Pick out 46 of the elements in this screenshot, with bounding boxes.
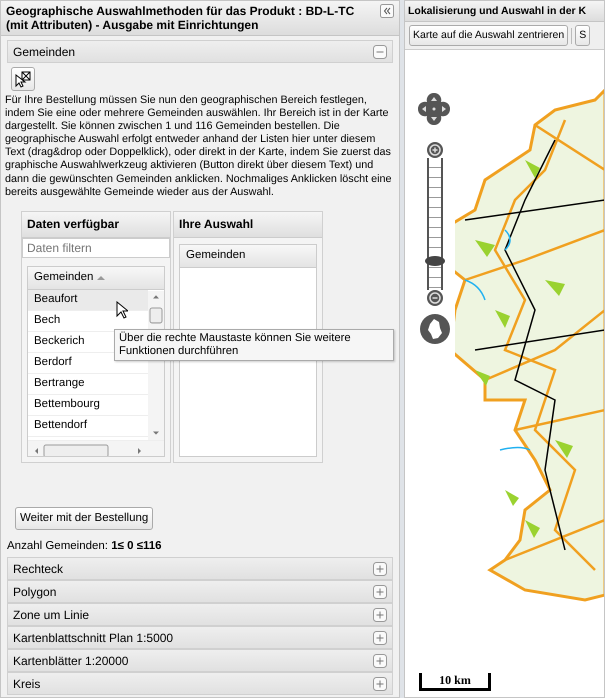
country-overview-icon[interactable]	[420, 314, 450, 344]
section-title: Kartenblattschnitt Plan 1:5000	[13, 630, 174, 646]
expand-icon[interactable]	[373, 630, 387, 644]
section-header[interactable]: Kartenblattschnitt Plan 1:5000	[7, 626, 393, 649]
section-header[interactable]: Kreis	[7, 672, 393, 695]
scale-bar: 10 km	[419, 673, 491, 691]
column-header[interactable]: Gemeinden	[180, 244, 316, 268]
pan-control-icon[interactable]	[417, 92, 451, 126]
section-title: Zone um Linie	[13, 606, 90, 624]
list-row[interactable]: Beaufort	[28, 290, 148, 311]
continue-button[interactable]: Weiter mit der Bestellung	[15, 506, 154, 530]
filter-field[interactable]: Daten filtern	[22, 238, 170, 258]
section-title: Rechteck	[13, 560, 64, 578]
section-header[interactable]: Kartenblätter 1:20000	[7, 649, 393, 672]
selection-tool-button[interactable]	[11, 67, 35, 91]
sort-ascending-icon	[97, 276, 106, 280]
section-header[interactable]: Gemeinden	[7, 40, 393, 63]
expand-icon[interactable]	[373, 562, 387, 576]
section-title: Polygon	[13, 584, 56, 600]
zoom-in-icon[interactable]	[427, 142, 443, 158]
expand-icon[interactable]	[373, 584, 387, 598]
toolbar-button[interactable]: S	[575, 24, 590, 46]
column-label: Gemeinden	[186, 248, 246, 264]
section-title: Gemeinden	[13, 44, 76, 60]
horizontal-scrollbar[interactable]	[28, 440, 164, 456]
description-paragraph: Für Ihre Bestellung müssen Sie nun den geographischen Bereich festlegen, indem Sie eine oder mehrere Gemeinden auswählen. Ihr Bereich ist in der Karte dargestellt. Sie können zwischen 1 und 116 Gemeinden bestellen. Die geographische Auswahl erfolgt entweder anhand der Listen hier unter diesem Text (drag&drop oder Doppelklick), oder direkt in der Karte, indem Sie zuerst das graphische Auswahlwerkzeug aktivieren (Button direkt über diesem Text) und dann die gewünschten Gemeinden anklicken. Nochmaliges Anklicken löscht eine bereits ausgewählte Gemeinde wieder aus der Auswahl.	[5, 94, 393, 199]
column-header[interactable]: Gemeinden	[28, 266, 164, 290]
section-title: Kartenblätter 1:20000	[13, 652, 128, 670]
section-header[interactable]: Rechteck	[7, 557, 393, 580]
expand-icon[interactable]	[373, 676, 387, 690]
expand-icon[interactable]	[373, 654, 387, 668]
expand-icon[interactable]	[373, 608, 387, 622]
tooltip: Über die rechte Maustaste können Sie weitere Funktionen durchführen	[114, 329, 394, 361]
collapse-icon[interactable]	[373, 44, 387, 58]
zoom-out-icon[interactable]	[427, 290, 443, 306]
cursor-icon	[14, 70, 32, 88]
column-label: Gemeinden	[34, 270, 94, 286]
section-header[interactable]: Zone um Linie	[7, 603, 393, 626]
toolbar-button[interactable]: Karte auf die Auswahl zentrieren	[409, 24, 568, 46]
section-header[interactable]: Polygon	[7, 580, 393, 603]
section-title: Kreis	[13, 676, 40, 692]
panel-title: Lokalisierung und Auswahl in der K	[408, 4, 586, 18]
zoom-slider-thumb[interactable]	[425, 256, 445, 266]
pointer-icon	[116, 301, 128, 319]
panel-title: Geographische Auswahlmethoden für das Produkt : BD-L-TC (mit Attributen) - Ausgabe mit Einrichtungen	[6, 4, 356, 32]
count-text: Anzahl Gemeinden: 1≤ 0 ≤116	[7, 539, 163, 553]
